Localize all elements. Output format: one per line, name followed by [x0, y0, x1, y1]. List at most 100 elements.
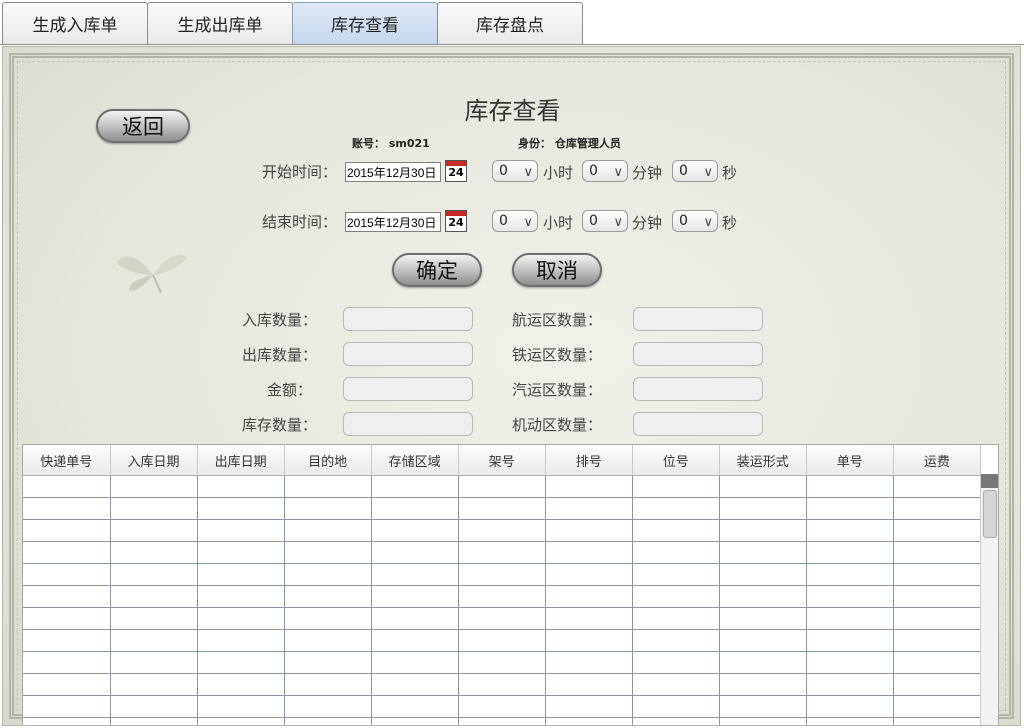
table-cell[interactable] [458, 541, 546, 564]
table-cell[interactable] [284, 563, 372, 586]
table-cell[interactable] [632, 541, 720, 564]
column-header[interactable]: 目的地 [284, 445, 372, 476]
table-row[interactable] [23, 475, 982, 498]
table-cell[interactable] [371, 629, 459, 652]
table-cell[interactable] [23, 629, 111, 652]
table-cell[interactable] [23, 475, 111, 498]
tab-create-inbound[interactable]: 生成入库单 [2, 2, 148, 44]
table-cell[interactable] [284, 541, 372, 564]
table-cell[interactable] [284, 497, 372, 520]
table-cell[interactable] [458, 673, 546, 696]
flex-zone-field[interactable] [633, 412, 763, 436]
table-cell[interactable] [632, 651, 720, 674]
table-cell[interactable] [806, 475, 894, 498]
out-count-field[interactable] [343, 342, 473, 366]
table-cell[interactable] [458, 607, 546, 630]
cancel-button[interactable]: 取消 [512, 253, 602, 287]
table-row[interactable] [23, 717, 982, 725]
table-cell[interactable] [545, 563, 633, 586]
table-cell[interactable] [23, 563, 111, 586]
table-cell[interactable] [719, 651, 807, 674]
column-header[interactable]: 运费 [893, 445, 982, 476]
table-row[interactable] [23, 585, 982, 608]
table-cell[interactable] [893, 519, 982, 542]
table-cell[interactable] [632, 585, 720, 608]
table-cell[interactable] [110, 695, 198, 718]
table-cell[interactable] [23, 695, 111, 718]
table-cell[interactable] [719, 519, 807, 542]
table-cell[interactable] [545, 717, 633, 725]
start-hour-select[interactable]: 0 ∨ [492, 160, 538, 182]
end-calendar-icon[interactable]: 24 [445, 210, 467, 232]
table-cell[interactable] [545, 585, 633, 608]
table-cell[interactable] [806, 607, 894, 630]
table-row[interactable] [23, 607, 982, 630]
table-cell[interactable] [719, 717, 807, 725]
table-cell[interactable] [110, 673, 198, 696]
table-cell[interactable] [110, 717, 198, 725]
truck-zone-field[interactable] [633, 377, 763, 401]
table-cell[interactable] [719, 695, 807, 718]
column-header[interactable]: 存储区域 [371, 445, 459, 476]
table-cell[interactable] [284, 585, 372, 608]
table-cell[interactable] [371, 563, 459, 586]
table-cell[interactable] [197, 497, 285, 520]
table-cell[interactable] [197, 695, 285, 718]
table-cell[interactable] [458, 717, 546, 725]
table-cell[interactable] [545, 651, 633, 674]
table-row[interactable] [23, 563, 982, 586]
table-cell[interactable] [284, 519, 372, 542]
amount-field[interactable] [343, 377, 473, 401]
table-cell[interactable] [371, 497, 459, 520]
table-cell[interactable] [806, 695, 894, 718]
table-cell[interactable] [719, 475, 807, 498]
table-cell[interactable] [197, 563, 285, 586]
table-cell[interactable] [893, 717, 982, 725]
column-header[interactable]: 出库日期 [197, 445, 285, 476]
table-cell[interactable] [197, 673, 285, 696]
table-cell[interactable] [23, 541, 111, 564]
table-cell[interactable] [110, 607, 198, 630]
table-cell[interactable] [806, 651, 894, 674]
start-second-select[interactable]: 0 ∨ [672, 160, 718, 182]
table-cell[interactable] [458, 519, 546, 542]
table-cell[interactable] [893, 475, 982, 498]
table-cell[interactable] [632, 717, 720, 725]
table-cell[interactable] [719, 629, 807, 652]
scroll-up-arrow[interactable] [981, 474, 998, 488]
table-cell[interactable] [197, 629, 285, 652]
table-cell[interactable] [632, 519, 720, 542]
table-cell[interactable] [23, 607, 111, 630]
table-cell[interactable] [23, 717, 111, 725]
table-cell[interactable] [371, 695, 459, 718]
table-cell[interactable] [632, 673, 720, 696]
table-cell[interactable] [458, 629, 546, 652]
column-header[interactable]: 入库日期 [110, 445, 198, 476]
table-cell[interactable] [197, 541, 285, 564]
in-count-field[interactable] [343, 307, 473, 331]
table-cell[interactable] [893, 497, 982, 520]
tab-create-outbound[interactable]: 生成出库单 [147, 2, 293, 44]
table-cell[interactable] [893, 541, 982, 564]
end-second-select[interactable]: 0 ∨ [672, 210, 718, 232]
start-date-field[interactable]: 2015年12月30日 [345, 162, 441, 182]
table-cell[interactable] [806, 585, 894, 608]
table-cell[interactable] [545, 695, 633, 718]
table-cell[interactable] [110, 629, 198, 652]
table-cell[interactable] [110, 475, 198, 498]
table-cell[interactable] [806, 541, 894, 564]
table-row[interactable] [23, 673, 982, 696]
table-cell[interactable] [284, 651, 372, 674]
table-cell[interactable] [458, 651, 546, 674]
table-cell[interactable] [110, 541, 198, 564]
table-cell[interactable] [110, 585, 198, 608]
table-cell[interactable] [806, 497, 894, 520]
table-cell[interactable] [545, 541, 633, 564]
table-cell[interactable] [284, 717, 372, 725]
table-cell[interactable] [632, 475, 720, 498]
start-minute-select[interactable]: 0 ∨ [582, 160, 628, 182]
table-cell[interactable] [371, 673, 459, 696]
table-row[interactable] [23, 541, 982, 564]
table-cell[interactable] [632, 607, 720, 630]
tab-inventory-view[interactable]: 库存查看 [292, 2, 438, 44]
